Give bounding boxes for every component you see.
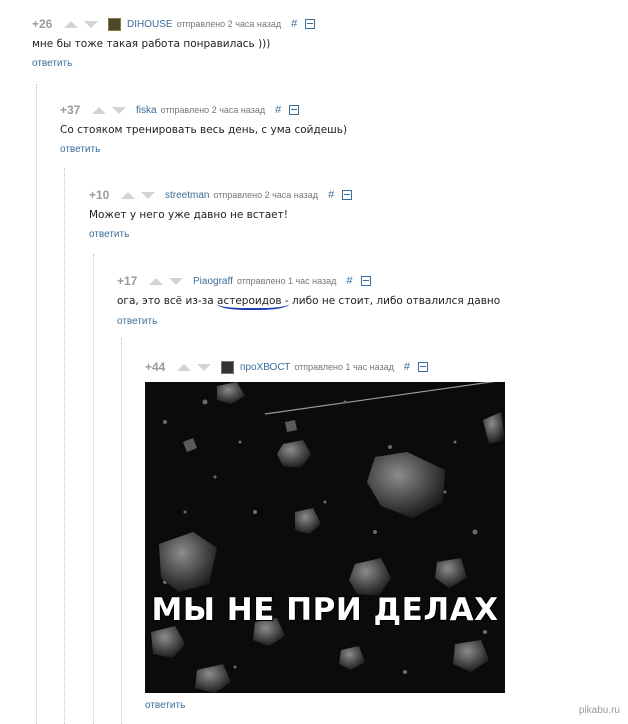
comment: +10 streetman отправлено 2 часа назад # … bbox=[89, 187, 609, 247]
timestamp: отправлено 1 час назад bbox=[294, 362, 394, 372]
vote-up-icon[interactable] bbox=[177, 363, 191, 371]
comment-text: Может у него уже давно не встает! bbox=[89, 209, 288, 221]
vote-up-icon[interactable] bbox=[149, 277, 163, 285]
collapse-icon[interactable] bbox=[289, 105, 300, 115]
permalink-hash[interactable]: # bbox=[346, 275, 352, 287]
vote-up-icon[interactable] bbox=[92, 106, 106, 114]
thread-line bbox=[36, 84, 37, 724]
permalink-hash[interactable]: # bbox=[275, 104, 281, 116]
collapse-icon[interactable] bbox=[360, 276, 371, 286]
vote-down-icon[interactable] bbox=[112, 106, 126, 114]
asteroids-picture bbox=[145, 382, 505, 693]
comment-text: мне бы тоже такая работа понравилась ))) bbox=[32, 38, 271, 50]
image-caption: МЫ НЕ ПРИ ДЕЛАХ bbox=[151, 592, 499, 628]
permalink-hash[interactable]: # bbox=[404, 361, 410, 373]
vote-up-icon[interactable] bbox=[121, 191, 135, 199]
collapse-icon[interactable] bbox=[418, 362, 429, 372]
username-link[interactable]: fiska bbox=[136, 105, 157, 116]
timestamp: отправлено 2 часа назад bbox=[213, 190, 319, 200]
comment-text: ога, это всё из-за астероидов - либо не … bbox=[117, 295, 501, 310]
vote-down-icon[interactable] bbox=[84, 20, 98, 28]
rating: +26 bbox=[32, 17, 53, 31]
collapse-icon[interactable] bbox=[305, 19, 316, 29]
vote-down-icon[interactable] bbox=[197, 363, 211, 371]
username-link[interactable]: DIHOUSE bbox=[127, 19, 173, 30]
reply-link[interactable]: ответить bbox=[60, 144, 100, 155]
comment-text: Со стояком тренировать весь день, с ума … bbox=[60, 124, 348, 136]
reply-link[interactable]: ответить bbox=[145, 700, 185, 711]
thread-line bbox=[121, 338, 122, 724]
comment-text-part: либо не стоит, либо отвалился давно bbox=[288, 295, 501, 307]
permalink-hash[interactable]: # bbox=[328, 189, 334, 201]
comment-header: +37 fiska отправлено 2 часа назад # bbox=[60, 102, 300, 118]
username-link[interactable]: streetman bbox=[165, 190, 209, 201]
vote-down-icon[interactable] bbox=[169, 277, 183, 285]
avatar bbox=[221, 360, 234, 374]
reply-link[interactable]: ответить bbox=[32, 58, 72, 69]
rating: +17 bbox=[117, 274, 138, 288]
reply-link[interactable]: ответить bbox=[89, 229, 129, 240]
comment: +44 проХВОСТ отправлено 1 час назад # bbox=[145, 359, 615, 379]
thread-line bbox=[64, 168, 65, 724]
collapse-icon[interactable] bbox=[342, 190, 353, 200]
comment-header: +26 DIHOUSE отправлено 2 часа назад # bbox=[32, 16, 316, 32]
username-link[interactable]: проХВОСТ bbox=[240, 362, 290, 373]
timestamp: отправлено 2 часа назад bbox=[176, 19, 282, 29]
username-link[interactable]: Piaograff bbox=[193, 276, 233, 287]
comment-header: +44 проХВОСТ отправлено 1 час назад # bbox=[145, 359, 429, 375]
permalink-hash[interactable]: # bbox=[291, 18, 297, 30]
comment-image[interactable]: МЫ НЕ ПРИ ДЕЛАХ bbox=[145, 382, 505, 693]
reply-link[interactable]: ответить bbox=[117, 316, 157, 327]
timestamp: отправлено 1 час назад bbox=[236, 276, 337, 286]
rating: +44 bbox=[145, 360, 166, 374]
timestamp: отправлено 2 часа назад bbox=[160, 105, 266, 115]
vote-down-icon[interactable] bbox=[141, 191, 155, 199]
underlined-word: астероидов - bbox=[217, 295, 289, 310]
comment: +17 Piaograff отправлено 1 час назад # о… bbox=[117, 273, 612, 333]
comment-header: +17 Piaograff отправлено 1 час назад # bbox=[117, 273, 371, 289]
site-watermark: pikabu.ru bbox=[578, 705, 620, 716]
rating: +37 bbox=[60, 103, 81, 117]
rating: +10 bbox=[89, 188, 110, 202]
comment: +37 fiska отправлено 2 часа назад # Со с… bbox=[60, 102, 610, 162]
thread-line bbox=[93, 254, 94, 724]
avatar bbox=[108, 17, 121, 31]
comment-header: +10 streetman отправлено 2 часа назад # bbox=[89, 187, 353, 203]
comment: +26 DIHOUSE отправлено 2 часа назад # мн… bbox=[32, 16, 612, 76]
comment-text-part: ога, это всё из-за bbox=[117, 295, 218, 307]
vote-up-icon[interactable] bbox=[64, 20, 78, 28]
